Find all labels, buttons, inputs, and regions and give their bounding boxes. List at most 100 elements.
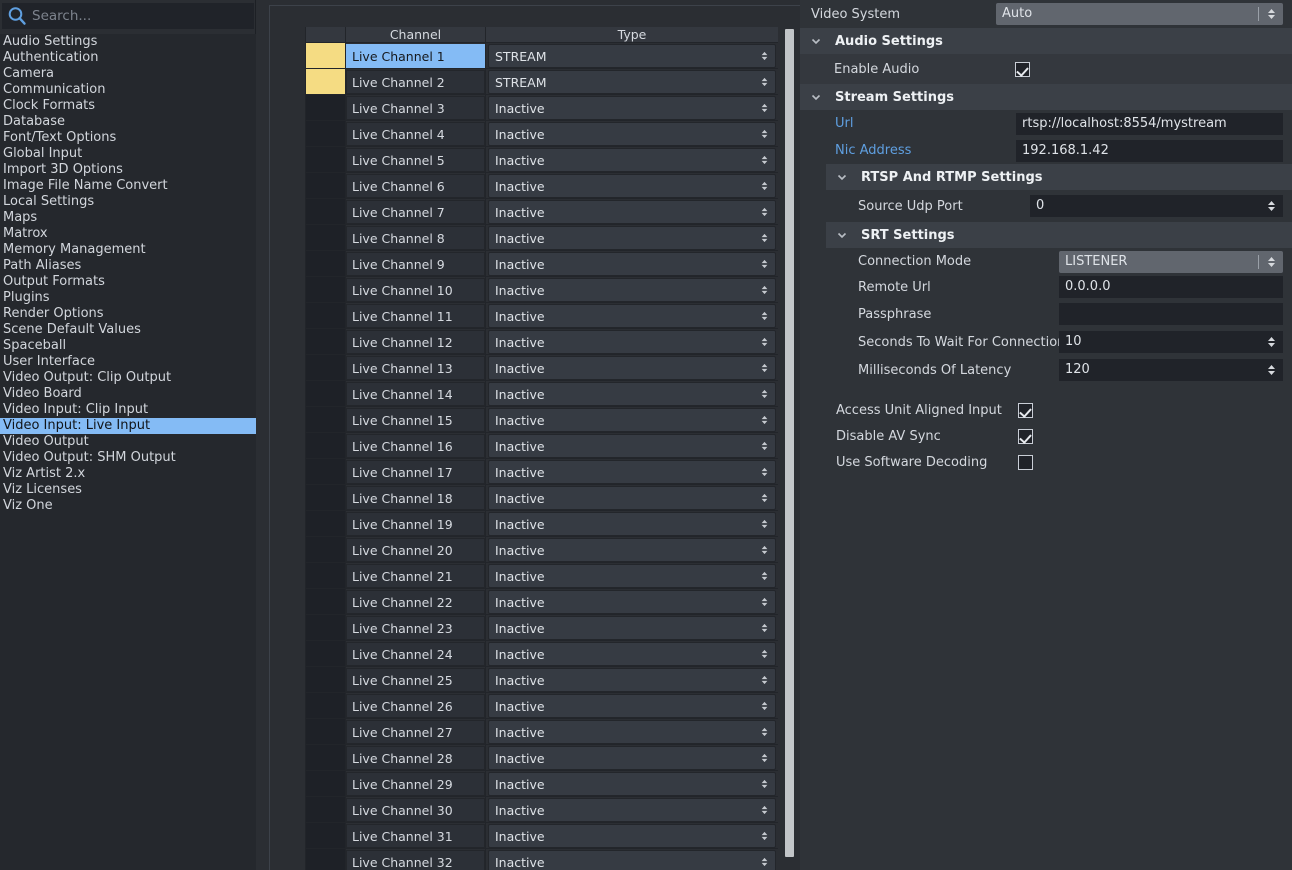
spinner-arrows-icon[interactable] [1266,254,1277,270]
channel-name-cell[interactable]: Live Channel 3 [346,95,486,121]
channel-color-marker[interactable] [306,355,346,381]
channel-color-marker[interactable] [306,745,346,771]
channel-type-dropdown[interactable]: Inactive [488,850,776,870]
channel-name-cell[interactable]: Live Channel 21 [346,563,486,589]
channel-color-marker[interactable] [306,797,346,823]
spinner-arrows-icon[interactable] [1266,362,1277,378]
connection-mode-dropdown[interactable]: LISTENER [1059,251,1283,273]
channel-type-cell[interactable]: Inactive [486,277,779,303]
channel-type-dropdown[interactable]: Inactive [488,174,776,198]
table-row[interactable]: Live Channel 14Inactive [306,381,779,407]
table-row[interactable]: Live Channel 18Inactive [306,485,779,511]
section-stream-settings[interactable]: Stream Settings [800,84,1292,110]
sidebar-item-communication[interactable]: Communication [0,82,256,98]
sidebar-item-user-interface[interactable]: User Interface [0,354,256,370]
channel-name-cell[interactable]: Live Channel 4 [346,121,486,147]
channel-color-marker[interactable] [306,459,346,485]
channel-name-input[interactable]: Live Channel 6 [346,174,485,198]
table-row[interactable]: Live Channel 1STREAM [306,43,779,69]
channel-color-marker[interactable] [306,225,346,251]
channel-type-dropdown[interactable]: Inactive [488,252,776,276]
channel-table-scrollbar[interactable] [785,28,794,870]
table-row[interactable]: Live Channel 7Inactive [306,199,779,225]
spinner-arrows-icon[interactable] [760,672,769,688]
chevron-down-icon[interactable] [835,228,849,242]
spinner-arrows-icon[interactable] [760,282,769,298]
sidebar-item-font-text-options[interactable]: Font/Text Options [0,130,256,146]
channel-name-input[interactable]: Live Channel 22 [346,590,485,614]
channel-color-marker[interactable] [306,407,346,433]
channel-type-cell[interactable]: Inactive [486,589,779,615]
sidebar-item-maps[interactable]: Maps [0,210,256,226]
channel-color-marker[interactable] [306,329,346,355]
channel-color-marker[interactable] [306,69,346,95]
spinner-arrows-icon[interactable] [760,516,769,532]
channel-color-marker[interactable] [306,199,346,225]
spinner-arrows-icon[interactable] [1266,6,1277,22]
use-software-decoding-checkbox[interactable] [1018,455,1033,470]
channel-color-marker[interactable] [306,771,346,797]
channel-name-cell[interactable]: Live Channel 16 [346,433,486,459]
access-unit-aligned-checkbox[interactable] [1018,403,1033,418]
spinner-arrows-icon[interactable] [1266,334,1277,350]
channel-type-cell[interactable]: Inactive [486,641,779,667]
channel-name-cell[interactable]: Live Channel 7 [346,199,486,225]
channel-color-marker[interactable] [306,173,346,199]
channel-type-dropdown[interactable]: Inactive [488,798,776,822]
channel-color-marker[interactable] [306,693,346,719]
channel-type-cell[interactable]: Inactive [486,719,779,745]
spinner-arrows-icon[interactable] [760,48,769,64]
table-row[interactable]: Live Channel 28Inactive [306,745,779,771]
channel-color-marker[interactable] [306,433,346,459]
table-row[interactable]: Live Channel 22Inactive [306,589,779,615]
channel-type-dropdown[interactable]: Inactive [488,278,776,302]
sidebar-item-video-output[interactable]: Video Output [0,434,256,450]
table-row[interactable]: Live Channel 2STREAM [306,69,779,95]
table-row[interactable]: Live Channel 6Inactive [306,173,779,199]
channel-name-cell[interactable]: Live Channel 32 [346,849,486,870]
channel-color-marker[interactable] [306,719,346,745]
channel-name-cell[interactable]: Live Channel 9 [346,251,486,277]
sidebar-item-video-input-clip-input[interactable]: Video Input: Clip Input [0,402,256,418]
channel-color-marker[interactable] [306,589,346,615]
spinner-arrows-icon[interactable] [760,854,769,870]
channel-name-input[interactable]: Live Channel 15 [346,408,485,432]
channel-type-cell[interactable]: Inactive [486,797,779,823]
spinner-arrows-icon[interactable] [760,204,769,220]
sidebar-item-import-3d-options[interactable]: Import 3D Options [0,162,256,178]
sidebar-item-plugins[interactable]: Plugins [0,290,256,306]
table-row[interactable]: Live Channel 24Inactive [306,641,779,667]
passphrase-input[interactable] [1059,303,1283,325]
spinner-arrows-icon[interactable] [760,334,769,350]
channel-name-input[interactable]: Live Channel 11 [346,304,485,328]
channel-type-dropdown[interactable]: Inactive [488,330,776,354]
source-udp-port-input[interactable]: 0 [1030,195,1283,217]
channel-name-input[interactable]: Live Channel 13 [346,356,485,380]
spinner-arrows-icon[interactable] [760,568,769,584]
spinner-arrows-icon[interactable] [760,152,769,168]
sidebar-item-memory-management[interactable]: Memory Management [0,242,256,258]
table-row[interactable]: Live Channel 4Inactive [306,121,779,147]
table-row[interactable]: Live Channel 11Inactive [306,303,779,329]
channel-type-cell[interactable]: Inactive [486,95,779,121]
spinner-arrows-icon[interactable] [760,542,769,558]
channel-name-input[interactable]: Live Channel 27 [346,720,485,744]
column-header-channel[interactable]: Channel [346,27,486,43]
spinner-arrows-icon[interactable] [760,802,769,818]
settings-nav-list[interactable]: Audio SettingsAuthenticationCameraCommun… [0,34,256,870]
channel-type-dropdown[interactable]: Inactive [488,694,776,718]
channel-name-input[interactable]: Live Channel 12 [346,330,485,354]
sidebar-item-clock-formats[interactable]: Clock Formats [0,98,256,114]
channel-type-cell[interactable]: Inactive [486,485,779,511]
channel-type-dropdown[interactable]: Inactive [488,824,776,848]
channel-name-cell[interactable]: Live Channel 10 [346,277,486,303]
chevron-down-icon[interactable] [835,170,849,184]
sidebar-item-camera[interactable]: Camera [0,66,256,82]
channel-color-marker[interactable] [306,277,346,303]
url-input[interactable]: rtsp://localhost:8554/mystream [1016,113,1283,135]
channel-name-cell[interactable]: Live Channel 13 [346,355,486,381]
spinner-arrows-icon[interactable] [760,490,769,506]
channel-name-input[interactable]: Live Channel 26 [346,694,485,718]
channel-type-cell[interactable]: Inactive [486,251,779,277]
channel-type-dropdown[interactable]: Inactive [488,538,776,562]
